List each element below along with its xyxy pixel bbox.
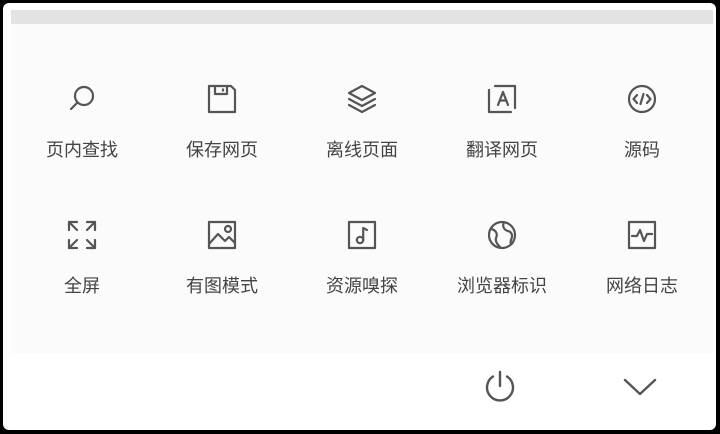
pulse-icon — [625, 218, 659, 252]
layers-icon — [345, 82, 379, 116]
menu-item-label: 网络日志 — [606, 276, 678, 297]
menu-item-label: 有图模式 — [186, 276, 258, 297]
menu-item-label: 离线页面 — [326, 140, 398, 161]
drag-handle-bar[interactable] — [11, 10, 713, 24]
fullscreen-icon — [65, 218, 99, 252]
menu-item-label: 资源嗅探 — [326, 276, 398, 297]
translate-icon — [485, 82, 519, 116]
menu-item-save-page[interactable]: 保存网页 — [157, 82, 287, 192]
power-icon — [480, 367, 520, 407]
menu-item-fullscreen[interactable]: 全屏 — [17, 218, 147, 328]
music-icon — [345, 218, 379, 252]
menu-item-resource-sniffer[interactable]: 资源嗅探 — [297, 218, 427, 328]
chevron-down-icon — [620, 367, 660, 407]
browser-menu-panel: 页内查找 保存网页 离线页面 翻译网页 源码 全屏 有图模式 资源嗅探 浏览器标… — [3, 3, 716, 430]
menu-item-translate-page[interactable]: 翻译网页 — [437, 82, 567, 192]
menu-item-label: 全屏 — [64, 276, 100, 297]
menu-item-label: 浏览器标识 — [457, 276, 547, 297]
menu-item-label: 翻译网页 — [466, 140, 538, 161]
image-icon — [205, 218, 239, 252]
menu-item-user-agent[interactable]: 浏览器标识 — [437, 218, 567, 328]
menu-item-image-mode[interactable]: 有图模式 — [157, 218, 287, 328]
save-icon — [205, 82, 239, 116]
menu-item-label: 页内查找 — [46, 140, 118, 161]
menu-item-offline-pages[interactable]: 离线页面 — [297, 82, 427, 192]
power-button[interactable] — [480, 367, 520, 407]
code-icon — [625, 82, 659, 116]
menu-item-label: 源码 — [624, 140, 660, 161]
menu-item-network-log[interactable]: 网络日志 — [577, 218, 707, 328]
collapse-menu-button[interactable] — [620, 367, 660, 407]
menu-item-source-code[interactable]: 源码 — [577, 82, 707, 192]
search-icon — [65, 82, 99, 116]
globe-icon — [485, 218, 519, 252]
menu-item-label: 保存网页 — [186, 140, 258, 161]
menu-grid: 页内查找 保存网页 离线页面 翻译网页 源码 全屏 有图模式 资源嗅探 浏览器标… — [11, 24, 713, 353]
menu-item-find-in-page[interactable]: 页内查找 — [17, 82, 147, 192]
